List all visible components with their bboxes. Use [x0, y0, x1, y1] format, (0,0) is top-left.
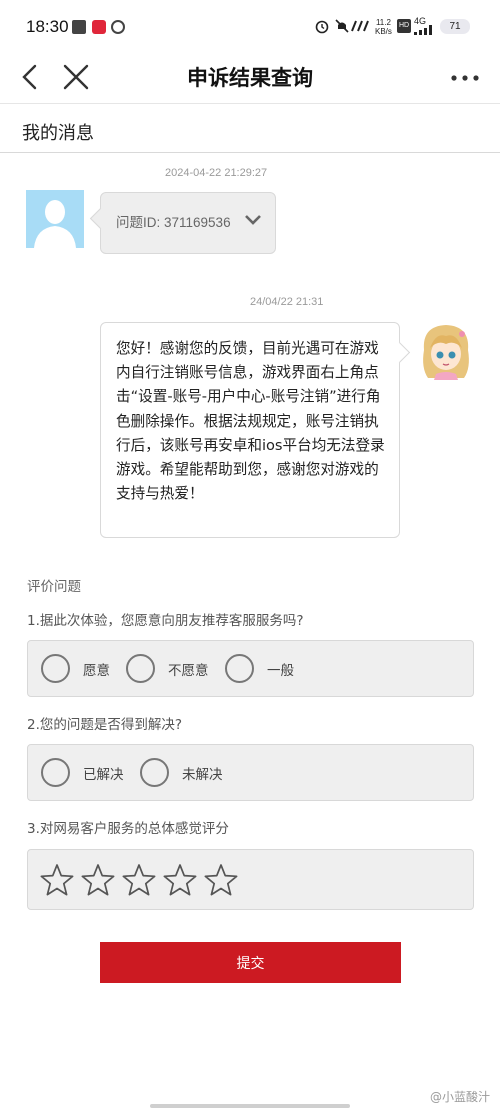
- cartoon-girl-avatar-icon: [416, 320, 476, 380]
- status-bar: 18:30 11.2 KB/s HD 4G 71: [0, 0, 500, 52]
- option-willing[interactable]: 愿意: [41, 654, 116, 684]
- agent-reply-bubble: 您好！感谢您的反馈，目前光遇可在游戏内自行注销账号信息，游戏界面右上角点击“设置…: [100, 322, 400, 538]
- option-label: 不愿意: [168, 663, 209, 679]
- question-3-label: 3.对网易客户服务的总体感觉评分: [27, 821, 229, 837]
- star-icon[interactable]: [163, 863, 197, 897]
- radio-button[interactable]: [140, 758, 169, 787]
- question-id-bubble[interactable]: 问题ID: 371169536: [100, 192, 276, 254]
- user-avatar: [26, 190, 84, 248]
- chevron-down-icon: [245, 215, 261, 225]
- signal-icon: [414, 25, 432, 35]
- option-label: 未解决: [182, 767, 223, 783]
- status-time: 18:30: [26, 17, 69, 36]
- agent-reply-text: 您好！感谢您的反馈，目前光遇可在游戏内自行注销账号信息，游戏界面右上角点击“设置…: [116, 340, 385, 503]
- page-title: 申诉结果查询: [187, 66, 313, 90]
- submit-button[interactable]: 提交: [100, 942, 401, 983]
- home-indicator[interactable]: [150, 1104, 350, 1108]
- network-speed: 11.2 KB/s: [375, 18, 392, 36]
- star-icon[interactable]: [204, 863, 238, 897]
- hd-icon: HD: [397, 19, 411, 33]
- more-button[interactable]: [446, 58, 486, 96]
- evaluation-title: 评价问题: [27, 579, 81, 595]
- radio-button[interactable]: [225, 654, 254, 683]
- section-title: 我的消息: [22, 123, 94, 144]
- mute-icon: [335, 19, 349, 33]
- question-1-label: 1.据此次体验，您愿意向朋友推荐客服服务吗?: [27, 613, 304, 629]
- option-label: 已解决: [83, 767, 124, 783]
- nfc-icon: [351, 20, 369, 32]
- app-notification-icon: [92, 20, 106, 34]
- agent-avatar: [416, 320, 476, 380]
- question-1-options: 愿意 不愿意 一般: [27, 640, 474, 697]
- app-header: 申诉结果查询: [0, 52, 500, 104]
- option-unwilling[interactable]: 不愿意: [126, 654, 216, 684]
- star-icon[interactable]: [40, 863, 74, 897]
- rating-stars: [27, 849, 474, 910]
- message-timestamp: 24/04/22 21:31: [250, 296, 324, 308]
- watermark: @小蓝酸汁: [430, 1090, 491, 1104]
- alarm-icon: [315, 20, 329, 34]
- option-neutral[interactable]: 一般: [225, 654, 300, 684]
- star-icon[interactable]: [122, 863, 156, 897]
- question-2-label: 2.您的问题是否得到解决?: [27, 717, 183, 733]
- message-timestamp: 2024-04-22 21:29:27: [165, 167, 268, 179]
- radio-button[interactable]: [41, 758, 70, 787]
- battery-level: 71: [449, 21, 461, 32]
- vpn-icon: [111, 20, 125, 34]
- star-icon[interactable]: [81, 863, 115, 897]
- question-id-text: 问题ID: 371169536: [116, 215, 231, 230]
- mail-icon: [72, 20, 86, 34]
- default-avatar-icon: [34, 200, 76, 248]
- radio-button[interactable]: [126, 654, 155, 683]
- my-messages-section: 我的消息: [0, 105, 500, 153]
- question-2-options: 已解决 未解决: [27, 744, 474, 801]
- more-icon: [451, 75, 479, 81]
- battery-icon: 71: [440, 19, 470, 34]
- option-label: 愿意: [83, 663, 110, 679]
- option-unresolved[interactable]: 未解决: [140, 758, 230, 788]
- option-resolved[interactable]: 已解决: [41, 758, 131, 788]
- option-label: 一般: [267, 663, 294, 679]
- radio-button[interactable]: [41, 654, 70, 683]
